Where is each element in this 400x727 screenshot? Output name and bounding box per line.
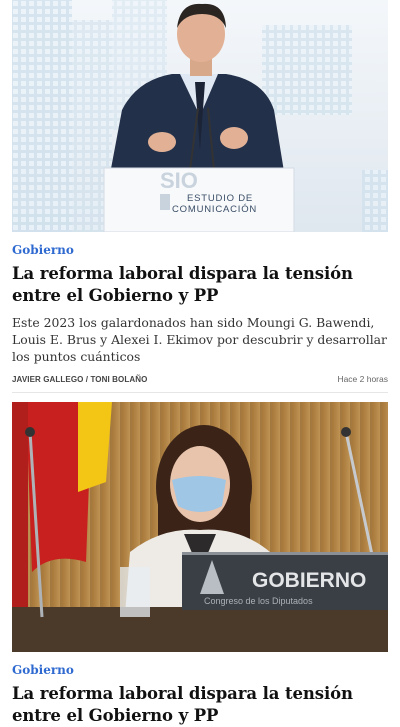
article-image[interactable]: GOBIERNO Congreso de los Diputados (12, 402, 388, 652)
article-summary: Este 2023 los galardonados han sido Moun… (12, 315, 387, 364)
podium-text-line1: ESTUDIO DE (187, 193, 253, 204)
article-category[interactable]: Gobierno (12, 243, 388, 257)
article-category[interactable]: Gobierno (12, 663, 388, 677)
nameplate-text: GOBIERNO (252, 569, 366, 592)
article-headline[interactable]: La reforma laboral dispara la tensión en… (12, 683, 388, 727)
article-image[interactable]: SIO ESTUDIO DE COMUNICACIÓN (12, 0, 388, 232)
podium-logo: SIO (160, 168, 198, 193)
podium-text-line2: COMUNICACIÓN (172, 204, 257, 215)
nameplate-subtext: Congreso de los Diputados (204, 596, 313, 606)
article-card[interactable]: GOBIERNO Congreso de los Diputados Gobie… (12, 402, 388, 727)
article-card[interactable]: SIO ESTUDIO DE COMUNICACIÓN Gobierno La … (12, 0, 388, 393)
article-meta: JAVIER GALLEGO / TONI BOLAÑO Hace 2 hora… (12, 374, 388, 393)
article-authors[interactable]: JAVIER GALLEGO / TONI BOLAÑO (12, 375, 147, 384)
article-time: Hace 2 horas (337, 374, 388, 384)
article-headline[interactable]: La reforma laboral dispara la tensión en… (12, 263, 388, 307)
news-feed: SIO ESTUDIO DE COMUNICACIÓN Gobierno La … (0, 0, 400, 725)
